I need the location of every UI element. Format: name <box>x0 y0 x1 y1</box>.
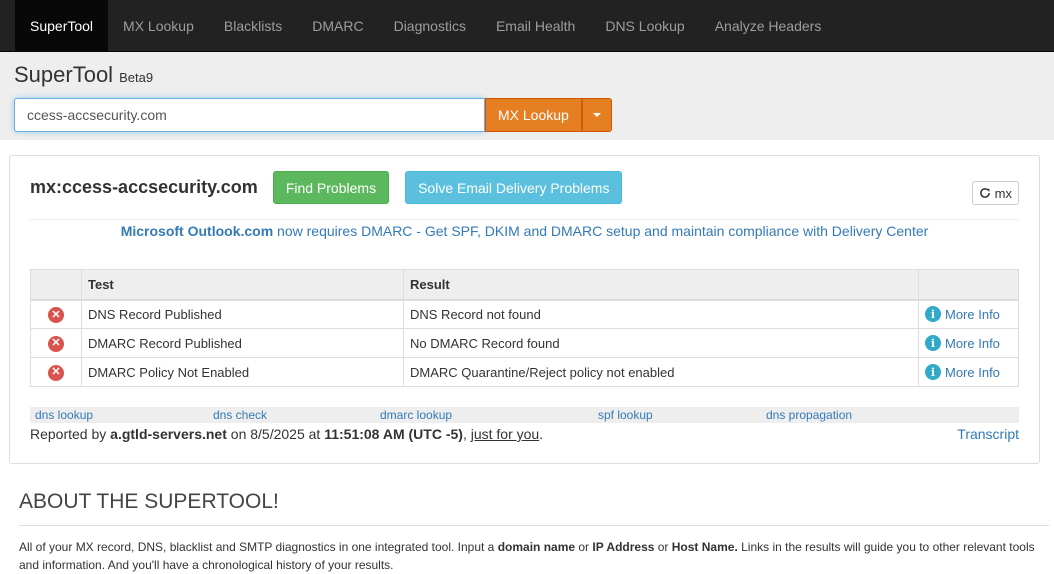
header-more <box>918 269 1019 301</box>
report-line: Reported by a.gtld-servers.net on 8/5/20… <box>30 426 1019 442</box>
result-cell: DMARC Quarantine/Reject policy not enabl… <box>403 357 919 387</box>
caret-down-icon <box>592 113 601 117</box>
lookup-dropdown-toggle[interactable] <box>581 98 612 132</box>
nav-mx-lookup[interactable]: MX Lookup <box>108 0 209 51</box>
about-bold-host: Host Name. <box>671 540 738 554</box>
about-text-2: or <box>575 540 593 554</box>
about-heading: ABOUT THE SUPERTOOL! <box>19 490 279 513</box>
more-cell: i More Info <box>918 299 1019 329</box>
refresh-icon <box>979 188 990 198</box>
result-title: mx:ccess-accsecurity.com <box>30 177 258 197</box>
link-dns-check[interactable]: dns check <box>213 408 267 422</box>
about-divider <box>19 525 1049 526</box>
info-icon: i <box>925 364 941 380</box>
nav-supertool[interactable]: SuperTool <box>15 0 109 51</box>
promo-text: now requires DMARC - Get SPF, DKIM and D… <box>273 223 929 239</box>
results-header: mx:ccess-accsecurity.com Find Problems S… <box>30 156 1019 220</box>
report-period: . <box>539 426 544 442</box>
report-text: Reported by a.gtld-servers.net on 8/5/20… <box>30 426 543 442</box>
more-cell: i More Info <box>918 328 1019 358</box>
promo-bold: Microsoft Outlook.com <box>120 223 274 239</box>
result-cell: DNS Record not found <box>403 299 919 329</box>
beta-label: Beta9 <box>119 70 154 85</box>
nav-diagnostics[interactable]: Diagnostics <box>379 0 481 51</box>
transcript-link[interactable]: Transcript <box>957 426 1019 442</box>
more-info-link[interactable]: i More Info <box>925 364 1012 380</box>
nav-dmarc[interactable]: DMARC <box>297 0 378 51</box>
search-row: MX Lookup <box>14 98 1040 132</box>
about-section: ABOUT THE SUPERTOOL! All of your MX reco… <box>19 490 1049 574</box>
status-cell: ✕ <box>30 328 82 358</box>
more-info-label: More Info <box>945 306 1000 322</box>
report-prefix: Reported by <box>30 426 111 442</box>
results-table: Test Result ✕ DNS Record Published DNS R… <box>30 269 1019 387</box>
more-info-link[interactable]: i More Info <box>925 306 1012 323</box>
more-info-label: More Info <box>945 335 1000 351</box>
error-icon: ✕ <box>48 335 64 352</box>
table-row: ✕ DNS Record Published DNS Record not fo… <box>30 299 1019 329</box>
report-comma: , <box>462 426 471 442</box>
refresh-mx-button[interactable]: mx <box>971 181 1019 205</box>
more-info-label: More Info <box>945 364 1000 380</box>
table-row: ✕ DMARC Policy Not Enabled DMARC Quarant… <box>30 357 1019 387</box>
test-cell: DMARC Record Published <box>81 328 404 358</box>
page-title: SuperTool <box>14 62 114 87</box>
info-icon: i <box>925 306 941 323</box>
supertool-header: SuperTool Beta9 MX Lookup <box>0 52 1054 140</box>
brand: SuperTool Beta9 <box>14 62 1040 88</box>
error-icon: ✕ <box>48 364 64 381</box>
about-text-1: All of your MX record, DNS, blacklist an… <box>19 540 498 554</box>
link-dmarc-lookup[interactable]: dmarc lookup <box>380 408 452 422</box>
nav-email-health[interactable]: Email Health <box>481 0 590 51</box>
link-spf-lookup[interactable]: spf lookup <box>598 408 653 422</box>
status-cell: ✕ <box>30 299 82 329</box>
nav-blacklists[interactable]: Blacklists <box>209 0 297 51</box>
table-header-row: Test Result <box>30 269 1019 301</box>
more-info-link[interactable]: i More Info <box>925 335 1012 351</box>
result-cell: No DMARC Record found <box>403 328 919 358</box>
top-navbar: SuperTool MX Lookup Blacklists DMARC Dia… <box>0 0 1054 52</box>
link-dns-lookup[interactable]: dns lookup <box>35 408 93 422</box>
search-input[interactable] <box>14 98 485 132</box>
more-cell: i More Info <box>918 357 1019 387</box>
quick-links-bar: dns lookup dns check dmarc lookup spf lo… <box>30 407 1019 423</box>
link-dns-propagation[interactable]: dns propagation <box>766 408 852 422</box>
table-row: ✕ DMARC Record Published No DMARC Record… <box>30 328 1019 358</box>
about-text: All of your MX record, DNS, blacklist an… <box>19 538 1049 574</box>
about-bold-ip: IP Address <box>592 540 655 554</box>
test-cell: DMARC Policy Not Enabled <box>81 357 404 387</box>
header-test: Test <box>81 269 404 301</box>
error-icon: ✕ <box>48 307 64 323</box>
test-cell: DNS Record Published <box>81 299 404 329</box>
nav-analyze-headers[interactable]: Analyze Headers <box>700 0 837 51</box>
report-server: a.gtld-servers.net <box>110 426 227 442</box>
find-problems-button[interactable]: Find Problems <box>272 171 390 204</box>
about-bold-domain: domain name <box>497 540 576 554</box>
outlook-promo[interactable]: Microsoft Outlook.com now requires DMARC… <box>30 223 1019 243</box>
solve-delivery-button[interactable]: Solve Email Delivery Problems <box>405 171 623 204</box>
report-time: 11:51:08 AM (UTC -5) <box>324 426 463 442</box>
just-for-you-link[interactable]: just for you <box>471 426 539 442</box>
nav-dns-lookup[interactable]: DNS Lookup <box>590 0 699 51</box>
header-result: Result <box>403 269 919 301</box>
about-text-3: or <box>654 540 672 554</box>
results-panel: mx:ccess-accsecurity.com Find Problems S… <box>9 155 1040 464</box>
info-icon: i <box>925 335 941 351</box>
refresh-label: mx <box>994 185 1012 201</box>
status-cell: ✕ <box>30 357 82 387</box>
report-on: on 8/5/2025 at <box>226 426 325 442</box>
mx-lookup-button[interactable]: MX Lookup <box>485 98 582 132</box>
header-status <box>30 269 82 301</box>
